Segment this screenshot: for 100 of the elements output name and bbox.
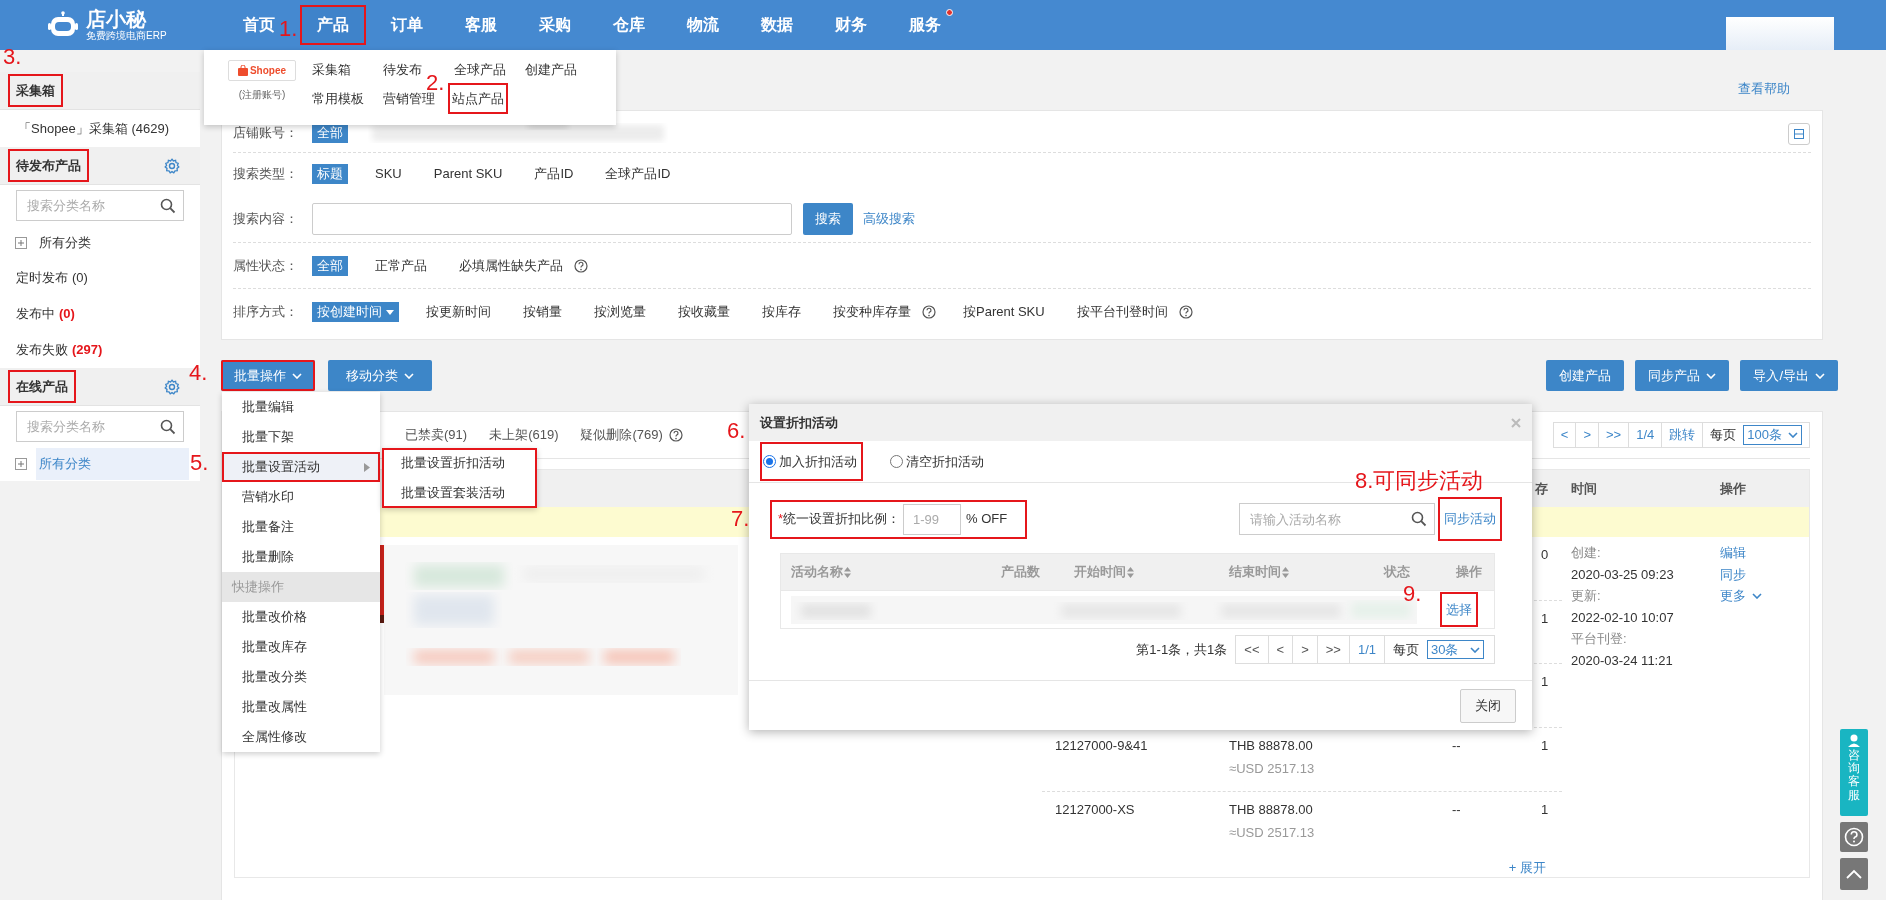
nav-item[interactable]: 采购 [536, 8, 574, 42]
expand-link[interactable]: + 展开 [1508, 857, 1546, 877]
menu-item[interactable]: 批量备注 [222, 512, 380, 542]
account-note: (注册账号) [238, 88, 286, 102]
menu-item[interactable]: 批量改属性 [222, 692, 380, 722]
pagination-summary: 第1-1条，共1条 [1136, 640, 1228, 659]
filter-option[interactable]: 全部 [312, 255, 348, 276]
menu-link[interactable]: 待发布 [383, 60, 422, 80]
menu-link[interactable]: 创建产品 [525, 60, 577, 80]
close-button[interactable]: 关闭 [1460, 688, 1516, 723]
action-link[interactable]: 更多 [1720, 585, 1762, 607]
nav-item[interactable]: 数据 [758, 8, 796, 42]
filter-option[interactable]: 按库存 [757, 302, 806, 322]
sync-activity-link[interactable]: 同步活动 [1438, 497, 1502, 541]
filter-option[interactable]: 全球产品ID [600, 164, 676, 184]
category-item[interactable]: 所有分类 [36, 447, 189, 480]
menu-item[interactable]: 营销水印 [222, 482, 380, 512]
annotation-label: 9. [1403, 581, 1422, 607]
menu-item[interactable]: 批量设置折扣活动 [382, 448, 537, 478]
filter-option[interactable]: 按平台刊登时间 [1071, 302, 1173, 322]
page-button[interactable]: >> [1317, 636, 1350, 663]
filter-option[interactable]: 按更新时间 [421, 302, 496, 322]
nav-item[interactable]: 物流 [684, 8, 722, 42]
page-button[interactable]: > [1293, 636, 1318, 663]
sidebar-item[interactable]: 定时发布 (0) [0, 260, 200, 296]
filter-option[interactable]: 必填属性缺失产品 [454, 255, 568, 276]
nav-item[interactable]: 财务 [832, 8, 870, 42]
filter-option[interactable]: 按销量 [518, 302, 567, 322]
filter-option[interactable]: 按创建时间 [312, 302, 399, 322]
search-field[interactable]: 搜索分类名称 [16, 190, 184, 221]
select-link[interactable]: 选择 [1440, 591, 1478, 628]
category-item[interactable]: 所有分类 [36, 226, 189, 259]
back-to-top-button[interactable] [1840, 858, 1868, 890]
menu-item[interactable]: 批量删除 [222, 542, 380, 572]
search-field[interactable]: 搜索分类名称 [16, 411, 184, 442]
radio-option[interactable]: 清空折扣活动 [887, 441, 990, 482]
filter-option[interactable]: 按Parent SKU [958, 302, 1050, 322]
tab[interactable]: 疑似删除(769) [580, 425, 663, 445]
nav-item[interactable]: 服务 [906, 8, 944, 42]
toolbar-button[interactable]: 同步产品 [1635, 360, 1730, 391]
advanced-search-link[interactable]: 高级搜索 [863, 208, 915, 229]
discount-input[interactable]: 1-99 [903, 503, 962, 535]
search-field[interactable]: 请输入活动名称 [1239, 503, 1435, 535]
menu-item[interactable]: 批量设置活动 [222, 452, 380, 482]
nav-item[interactable]: 客服 [462, 8, 500, 42]
toolbar-button[interactable]: 移动分类 [328, 360, 432, 391]
help-icon [1844, 827, 1864, 847]
menu-item[interactable]: 批量改分类 [222, 662, 380, 692]
action-link[interactable]: 编辑 [1720, 542, 1746, 564]
platform-logo[interactable]: Shopee [228, 60, 296, 81]
nav-item[interactable]: 产品 [300, 5, 366, 45]
page-button[interactable]: < [1553, 423, 1577, 447]
menu-item[interactable]: 批量设置套装活动 [382, 478, 537, 508]
nav-item[interactable]: 订单 [388, 8, 426, 42]
menu-item[interactable]: 批量编辑 [222, 392, 380, 422]
toolbar-button[interactable]: 创建产品 [1546, 360, 1625, 391]
tab[interactable]: 未上架(619) [489, 425, 559, 445]
per-page-select[interactable]: 30条 [1427, 640, 1484, 659]
menu-link[interactable]: 采集箱 [312, 60, 351, 80]
menu-link[interactable]: 全球产品 [454, 60, 506, 80]
per-page-select[interactable]: 100条 [1743, 425, 1802, 445]
sidebar-item[interactable]: 发布中 (0) [0, 296, 200, 332]
page-button[interactable]: < [1268, 636, 1294, 663]
filter-option[interactable]: SKU [370, 164, 407, 184]
filter-option[interactable]: 按浏览量 [589, 302, 651, 322]
menu-item[interactable]: 批量改库存 [222, 632, 380, 662]
nav-item[interactable]: 首页 [240, 8, 278, 42]
shopping-bag-icon [237, 65, 248, 76]
nav-item[interactable]: 仓库 [610, 8, 648, 42]
filter-option[interactable]: 产品ID [529, 164, 579, 184]
filter-label: 店铺账号： [233, 123, 299, 142]
collapse-button[interactable] [1788, 123, 1810, 145]
page-button[interactable]: >> [1599, 423, 1630, 447]
filter-option[interactable]: 按变种库存量 [828, 302, 916, 322]
help-button[interactable] [1840, 822, 1868, 852]
chevron-up-icon [1846, 869, 1862, 879]
search-button[interactable]: 搜索 [803, 202, 853, 235]
action-link[interactable]: 同步 [1720, 563, 1746, 585]
search-input[interactable] [312, 202, 792, 235]
jump-button[interactable]: 跳转 [1662, 423, 1704, 447]
close-icon [1511, 417, 1521, 428]
toolbar-button[interactable]: 导入/导出 [1740, 360, 1838, 391]
help-link[interactable]: 查看帮助 [1738, 78, 1790, 98]
menu-link[interactable]: 站点产品 [448, 82, 508, 114]
toolbar-button[interactable]: 批量操作 [221, 360, 315, 391]
filter-option[interactable]: Parent SKU [428, 164, 508, 184]
tab[interactable]: 已禁卖(91) [405, 425, 468, 445]
sidebar-item[interactable]: 「Shopee」采集箱 (4629) [0, 110, 200, 147]
menu-item[interactable]: 批量改价格 [222, 602, 380, 632]
filter-option[interactable]: 正常产品 [370, 255, 432, 276]
page-button[interactable]: << [1236, 636, 1269, 663]
radio-option[interactable]: 加入折扣活动 [760, 441, 863, 482]
column-header: 开始时间 [1074, 563, 1126, 582]
page-button[interactable]: > [1576, 423, 1600, 447]
menu-item[interactable]: 批量下架 [222, 422, 380, 452]
filter-option[interactable]: 标题 [312, 164, 348, 184]
filter-option[interactable]: 按收藏量 [673, 302, 735, 322]
menu-item[interactable]: 全属性修改 [222, 722, 380, 752]
chevron-down-icon [1470, 646, 1480, 653]
menu-link[interactable]: 常用模板 [312, 88, 364, 108]
